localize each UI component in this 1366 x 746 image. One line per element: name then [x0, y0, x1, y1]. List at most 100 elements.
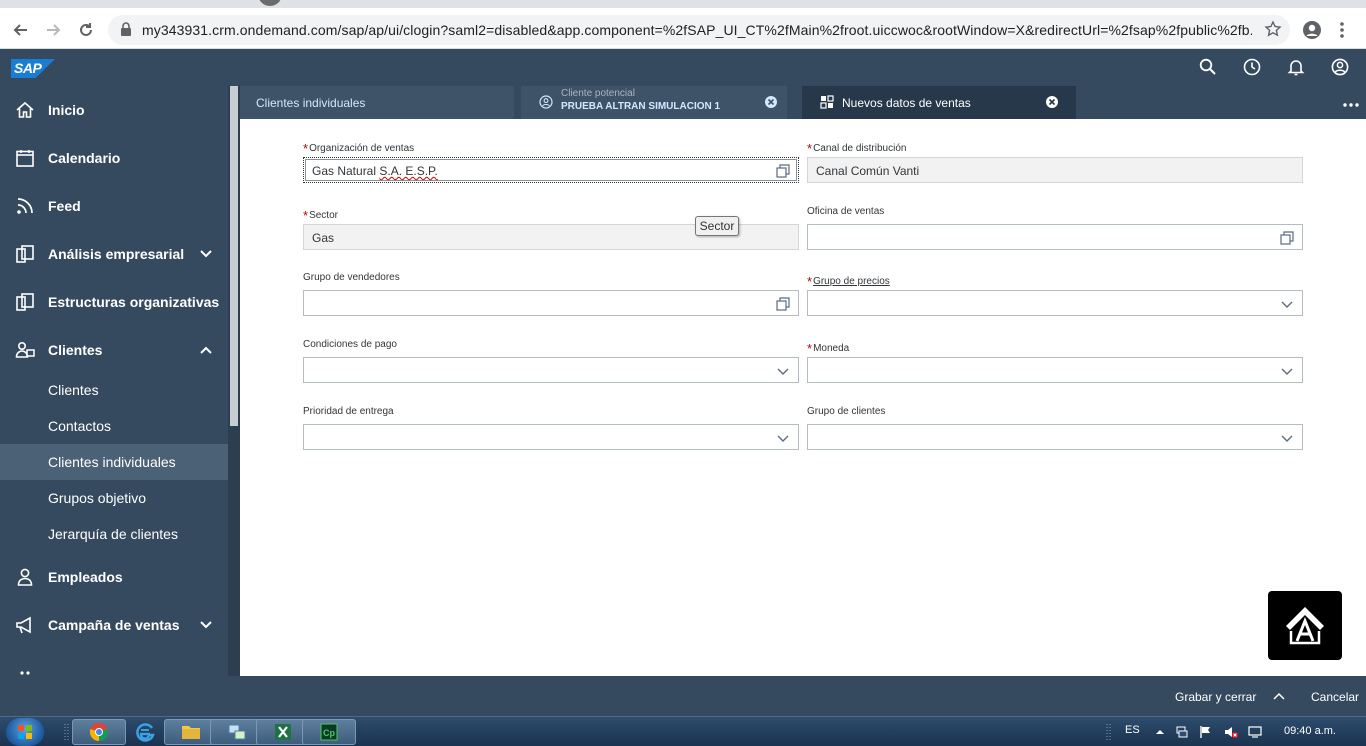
nav-item-calendario[interactable]: Calendario [0, 134, 228, 182]
nav-item-clientes[interactable]: Clientes [0, 326, 228, 374]
chevron-down-icon[interactable] [776, 431, 790, 445]
nav-label: Análisis empresarial [48, 246, 185, 262]
nav-item-feed[interactable]: Feed [0, 182, 228, 230]
chevron-down-icon[interactable] [1280, 431, 1294, 445]
nav-subitem-grupos-objetivo[interactable]: Grupos objetivo [0, 480, 228, 516]
chevron-down-icon[interactable] [1280, 297, 1294, 311]
customer-group-label: Grupo de clientes [807, 406, 885, 417]
captivate-app-icon[interactable]: Cp [302, 719, 356, 745]
search-icon[interactable] [1197, 56, 1219, 78]
network-tray-icon[interactable] [1175, 725, 1189, 739]
nav-sublabel: Contactos [48, 418, 112, 434]
chevron-down-icon[interactable] [196, 615, 216, 635]
more-overflow-icon[interactable] [1342, 95, 1360, 111]
sidebar-scrollbar-thumb[interactable] [230, 86, 238, 426]
tab-label: PRUEBA ALTRAN SIMULACION 1 [561, 101, 721, 112]
sales-org-value: Gas Natural S.A. E.S.P. [312, 164, 438, 178]
tab-nuevos-datos-de-ventas[interactable]: Nuevos datos de ventas [802, 86, 1076, 119]
nav-label: Estructuras organizativas [48, 294, 220, 310]
nav-item-analisis-empresarial[interactable]: Análisis empresarial [0, 230, 228, 278]
delivery-priority-select[interactable] [303, 424, 799, 450]
chevron-down-icon[interactable] [1280, 364, 1294, 378]
tab-sublabel: Cliente potencial [561, 88, 635, 99]
nav-label: Empleados [48, 569, 123, 585]
payment-terms-select[interactable] [303, 357, 799, 383]
nav-item-campana-de-ventas[interactable]: Campaña de ventas [0, 601, 228, 649]
show-hidden-icons-icon[interactable] [1153, 725, 1167, 739]
shell-bar: SAP [0, 49, 1366, 86]
sales-office-field[interactable] [807, 224, 1303, 250]
sales-data-form: *Organización de ventas Gas Natural S.A.… [240, 119, 1366, 676]
label-text: Grupo de clientes [807, 406, 886, 417]
value-part: Gas Natural [312, 164, 380, 178]
nav-sublabel: Grupos objetivo [48, 490, 147, 506]
profile-icon[interactable] [1300, 18, 1324, 42]
sector-label: *Sector [303, 206, 338, 223]
close-tab-icon[interactable] [1045, 95, 1059, 109]
value-help-icon[interactable] [1280, 231, 1294, 245]
delivery-priority-label: Prioridad de entrega [303, 406, 394, 417]
forward-icon[interactable] [42, 18, 66, 42]
taskbar-grip [64, 723, 70, 741]
value-help-icon[interactable] [776, 297, 790, 311]
label-text: Prioridad de entrega [303, 406, 394, 417]
label-text: Grupo de vendedores [303, 272, 400, 283]
display-tray-icon[interactable] [1248, 725, 1262, 739]
partial-nav-icon [18, 662, 32, 675]
bookmark-star-icon[interactable] [1264, 20, 1282, 43]
assistant-logo-button[interactable] [1268, 591, 1342, 660]
sales-office-label: Oficina de ventas [807, 206, 884, 217]
nav-item-estructuras-organizativas[interactable]: Estructuras organizativas [0, 278, 228, 326]
required-asterisk: * [807, 141, 813, 156]
currency-select[interactable] [807, 357, 1303, 383]
chevron-down-icon[interactable] [776, 364, 790, 378]
recent-clock-icon[interactable] [1241, 56, 1263, 78]
nav-subitem-jerarquia-de-clientes[interactable]: Jerarquía de clientes [0, 516, 228, 552]
seller-group-field[interactable] [303, 290, 799, 316]
chevron-up-icon[interactable] [1273, 690, 1285, 702]
sales-org-field[interactable]: Gas Natural S.A. E.S.P. [303, 157, 799, 183]
notifications-bell-icon[interactable] [1285, 56, 1307, 78]
nav-label: Campaña de ventas [48, 617, 180, 633]
label-link-text[interactable]: Grupo de precios [813, 276, 890, 287]
close-tab-icon[interactable] [764, 95, 778, 109]
nav-subitem-contactos[interactable]: Contactos [0, 408, 228, 444]
chevron-up-icon[interactable] [196, 340, 216, 360]
feed-icon [14, 195, 36, 217]
back-icon[interactable] [8, 18, 32, 42]
sidebar-scrollbar[interactable] [228, 86, 240, 716]
tab-clientes-individuales[interactable]: Clientes individuales [240, 86, 514, 119]
value-spellcheck: S.A. E.S.P. [379, 164, 438, 178]
language-indicator[interactable]: ES [1125, 724, 1140, 736]
price-group-label[interactable]: *Grupo de precios [807, 272, 890, 289]
nav-item-inicio[interactable]: Inicio [0, 86, 228, 134]
label-text: Moneda [813, 343, 850, 354]
price-group-select[interactable] [807, 290, 1303, 316]
tab-cliente-potencial[interactable]: Cliente potencial PRUEBA ALTRAN SIMULACI… [521, 86, 787, 119]
nav-label: Feed [48, 198, 81, 214]
tray-grip [1106, 723, 1112, 741]
user-profile-icon[interactable] [1329, 56, 1351, 78]
windows-taskbar: Cp ES 09:40 a.m. [0, 716, 1366, 746]
browser-tabstrip [0, 0, 1366, 8]
analytics-icon [14, 243, 36, 265]
save-and-close-button[interactable]: Grabar y cerrar [1175, 690, 1256, 704]
nav-subitem-clientes[interactable]: Clientes [0, 372, 228, 408]
home-icon [14, 99, 36, 121]
browser-menu-icon[interactable] [1330, 18, 1354, 42]
distribution-channel-field[interactable]: Canal Común Vanti [807, 157, 1303, 183]
start-button-icon[interactable] [6, 718, 44, 746]
reload-icon[interactable] [74, 18, 98, 42]
volume-muted-icon[interactable] [1224, 725, 1238, 739]
action-center-flag-icon[interactable] [1199, 725, 1213, 739]
customer-group-select[interactable] [807, 424, 1303, 450]
value-help-icon[interactable] [776, 164, 790, 178]
address-bar[interactable]: my343931.crm.ondemand.com/sap/ap/ui/clog… [108, 15, 1290, 45]
cancel-button[interactable]: Cancelar [1311, 690, 1359, 704]
nav-subitem-clientes-individuales[interactable]: Clientes individuales [0, 444, 228, 480]
sap-logo[interactable]: SAP [11, 59, 55, 78]
sap-logo-text: SAP [14, 60, 42, 76]
nav-item-empleados[interactable]: Empleados [0, 553, 228, 601]
clock-time[interactable]: 09:40 a.m. [1284, 725, 1336, 737]
chevron-down-icon[interactable] [196, 244, 216, 264]
